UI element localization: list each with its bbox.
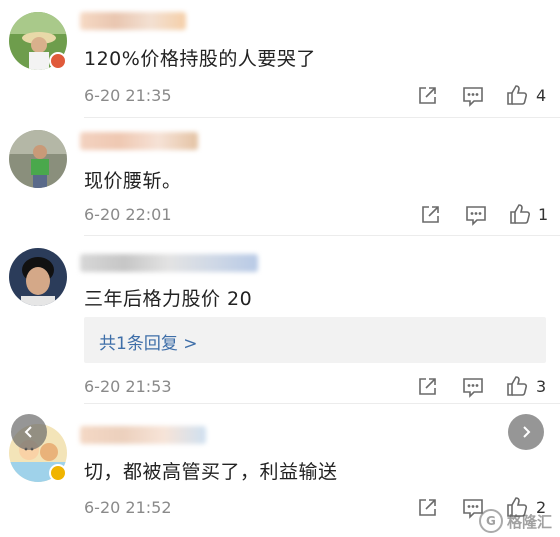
comment-time: 6-20 21:53 — [84, 377, 172, 396]
username-blurred — [80, 426, 206, 444]
share-icon[interactable] — [418, 203, 442, 227]
reply-thread-box[interactable]: 共1条回复 > — [84, 317, 546, 363]
comment-text: 三年后格力股价 20 — [84, 288, 253, 310]
verified-badge-icon — [49, 52, 67, 70]
like-count: 3 — [536, 377, 547, 396]
avatar[interactable] — [9, 248, 67, 306]
comment-text: 120%价格持股的人要哭了 — [84, 48, 316, 70]
like-count: 1 — [538, 205, 549, 224]
comment-icon[interactable] — [461, 375, 485, 399]
watermark-text: 格隆汇 — [506, 512, 552, 531]
watermark: G 格隆汇 — [478, 509, 552, 533]
username-blurred — [80, 12, 186, 30]
chevron-right-icon — [523, 426, 531, 438]
thumbs-up-icon[interactable] — [505, 374, 529, 398]
thumbs-up-icon[interactable] — [505, 83, 529, 107]
thumbs-up-icon[interactable] — [508, 202, 532, 226]
share-icon[interactable] — [415, 84, 439, 108]
comment-time: 6-20 21:52 — [84, 498, 172, 517]
comment-item: 切，都被高管买了，利益输送 6-20 21:52 2 — [0, 404, 560, 537]
comment-text: 切，都被高管买了，利益输送 — [84, 461, 338, 483]
comment-list: 120%价格持股的人要哭了 6-20 21:35 4 现价腰斩。 6-20 22… — [0, 0, 560, 537]
prev-button[interactable] — [11, 414, 47, 450]
chevron-left-icon — [24, 426, 32, 438]
comment-time: 6-20 22:01 — [84, 205, 172, 224]
view-replies-link[interactable]: 共1条回复 > — [99, 329, 197, 354]
comment-icon[interactable] — [461, 84, 485, 108]
comment-item: 现价腰斩。 6-20 22:01 1 — [0, 118, 560, 236]
share-icon[interactable] — [415, 496, 439, 520]
verified-badge-icon — [49, 464, 67, 482]
avatar[interactable] — [9, 130, 67, 188]
comment-item: 120%价格持股的人要哭了 6-20 21:35 4 — [0, 0, 560, 118]
share-icon[interactable] — [415, 375, 439, 399]
next-button[interactable] — [508, 414, 544, 450]
like-count: 4 — [536, 86, 547, 105]
watermark-logo-icon: G — [478, 509, 503, 533]
comment-icon[interactable] — [464, 203, 488, 227]
username-blurred — [80, 254, 258, 272]
username-blurred — [80, 132, 198, 150]
comment-item: 三年后格力股价 20 共1条回复 > 6-20 21:53 3 — [0, 236, 560, 404]
comment-text: 现价腰斩。 — [84, 170, 182, 192]
comment-time: 6-20 21:35 — [84, 86, 172, 105]
